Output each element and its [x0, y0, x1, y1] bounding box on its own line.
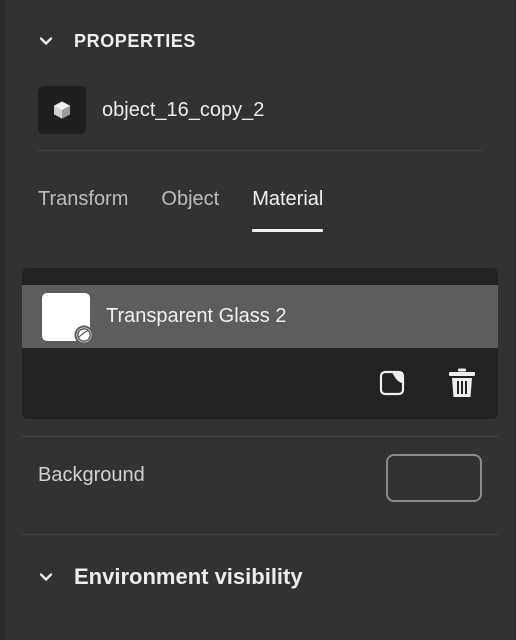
material-list-item[interactable]: Transparent Glass 2 [22, 285, 498, 348]
cube-icon [38, 86, 86, 134]
properties-panel: PROPERTIES object_16_copy_2 Transform Ob… [0, 0, 516, 640]
divider [22, 534, 498, 535]
chevron-down-icon [38, 33, 54, 49]
material-swatch [42, 292, 94, 344]
environment-visibility-title: Environment visibility [74, 564, 303, 589]
environment-visibility-toggle[interactable]: Environment visibility [38, 562, 303, 592]
edit-material-button[interactable] [376, 366, 408, 400]
edit-material-icon [379, 370, 405, 396]
properties-title: PROPERTIES [74, 30, 197, 51]
panel-left-edge [0, 0, 5, 640]
property-tabs: Transform Object Material [38, 182, 324, 232]
tab-object[interactable]: Object [161, 182, 219, 232]
trash-icon [449, 368, 475, 397]
object-name: object_16_copy_2 [102, 98, 265, 121]
material-name: Transparent Glass 2 [106, 305, 287, 327]
material-actions [376, 366, 478, 400]
background-label: Background [38, 464, 145, 486]
tab-material[interactable]: Material [252, 182, 324, 232]
material-badge-icon [74, 325, 94, 344]
divider [38, 150, 482, 151]
chevron-down-icon [38, 569, 54, 585]
tab-transform[interactable]: Transform [38, 182, 128, 232]
material-card: Transparent Glass 2 [22, 268, 498, 419]
delete-material-button[interactable] [446, 366, 478, 400]
properties-section-toggle[interactable]: PROPERTIES [38, 28, 196, 54]
background-color-swatch[interactable] [386, 454, 482, 502]
object-row: object_16_copy_2 [38, 86, 264, 134]
divider [22, 436, 498, 437]
